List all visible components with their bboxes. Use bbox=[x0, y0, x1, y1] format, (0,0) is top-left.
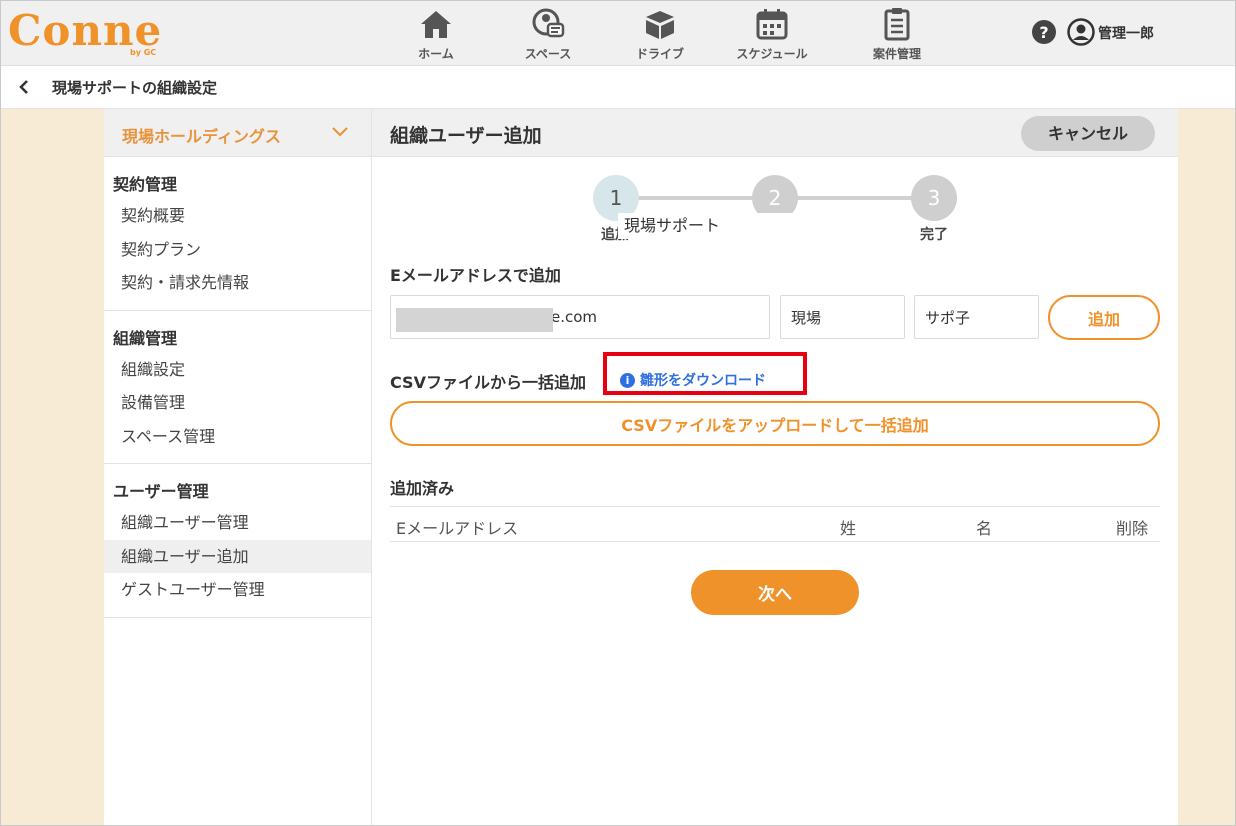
main-nav: ホーム スペース ドライブ スケジュール 案件管理 bbox=[380, 0, 966, 66]
sidebar-group-contract: 契約管理 契約概要 契約プラン 契約・請求先情報 bbox=[104, 157, 371, 311]
nav-drive[interactable]: ドライブ bbox=[604, 0, 716, 66]
csv-upload-button[interactable]: CSVファイルをアップロードして一括追加 bbox=[390, 401, 1160, 446]
nav-schedule[interactable]: スケジュール bbox=[716, 0, 828, 66]
redacted-email bbox=[396, 308, 553, 332]
nav-label-schedule: スケジュール bbox=[736, 47, 808, 61]
added-section-label: 追加済み bbox=[390, 479, 455, 498]
top-bar: Conne by GC ホーム スペース ドライブ スケジュール 案件管理 ? … bbox=[0, 0, 1236, 66]
step-connector bbox=[774, 196, 934, 200]
nav-label-home: ホーム bbox=[418, 47, 454, 61]
cancel-button[interactable]: キャンセル bbox=[1021, 116, 1155, 151]
sidebar-item-org-users[interactable]: 組織ユーザー管理 bbox=[104, 506, 371, 540]
main-header: 組織ユーザー追加 キャンセル bbox=[372, 109, 1178, 157]
nav-projects[interactable]: 案件管理 bbox=[828, 0, 966, 66]
nav-home[interactable]: ホーム bbox=[380, 0, 492, 66]
org-name: 現場ホールディングス bbox=[122, 127, 281, 146]
chevron-down-icon bbox=[332, 127, 348, 137]
sidebar-heading: 組織管理 bbox=[113, 328, 178, 348]
email-section-label: Eメールアドレスで追加 bbox=[390, 266, 561, 285]
conne-logo[interactable]: Conne by GC bbox=[8, 6, 168, 60]
highlight-box bbox=[603, 352, 807, 395]
sidebar-item-guest-users[interactable]: ゲストユーザー管理 bbox=[104, 573, 371, 607]
csv-section-label: CSVファイルから一括追加 bbox=[390, 373, 586, 392]
drive-icon bbox=[646, 11, 674, 39]
sidebar-heading: 契約管理 bbox=[113, 175, 178, 194]
breadcrumb: 現場サポートの組織設定 bbox=[0, 66, 1236, 109]
user-avatar-icon[interactable] bbox=[1067, 18, 1095, 46]
nav-label-space: スペース bbox=[524, 47, 572, 61]
sidebar-item-billing-info[interactable]: 契約・請求先情報 bbox=[104, 266, 371, 300]
add-button[interactable]: 追加 bbox=[1048, 295, 1160, 340]
sidebar-item-contract-plan[interactable]: 契約プラン bbox=[104, 233, 371, 267]
step-3-circle: 3 bbox=[911, 175, 957, 221]
org-selector[interactable]: 現場ホールディングス bbox=[104, 109, 371, 157]
nav-space[interactable]: スペース bbox=[492, 0, 604, 66]
home-icon bbox=[421, 11, 451, 38]
column-email: Eメールアドレス bbox=[396, 519, 519, 538]
help-icon[interactable]: ? bbox=[1032, 20, 1056, 44]
step-3-label: 完了 bbox=[920, 227, 948, 243]
calendar-icon bbox=[756, 9, 788, 40]
clipboard-icon bbox=[884, 8, 910, 41]
table-header-row: Eメールアドレス 姓 名 削除 bbox=[390, 506, 1160, 542]
sidebar-item-add-org-user[interactable]: 組織ユーザー追加 bbox=[104, 539, 371, 573]
sidebar-group-organization: 組織管理 組織設定 設備管理 スペース管理 bbox=[104, 311, 371, 464]
sidebar-heading: ユーザー管理 bbox=[113, 482, 209, 501]
page-title: 組織ユーザー追加 bbox=[390, 125, 542, 147]
space-icon bbox=[532, 8, 565, 38]
main-panel: 組織ユーザー追加 キャンセル 1 2 3 追加 完了 現場サポート Eメールアド… bbox=[372, 109, 1178, 826]
sidebar-item-equipment[interactable]: 設備管理 bbox=[104, 386, 371, 420]
next-button[interactable]: 次へ bbox=[691, 570, 859, 615]
sidebar-item-space-management[interactable]: スペース管理 bbox=[104, 420, 371, 454]
added-users-table: Eメールアドレス 姓 名 削除 bbox=[390, 506, 1160, 542]
sidebar: 現場ホールディングス 契約管理 契約概要 契約プラン 契約・請求先情報 組織管理… bbox=[104, 109, 372, 826]
nav-label-projects: 案件管理 bbox=[872, 47, 921, 61]
tooltip: 現場サポート bbox=[618, 213, 894, 239]
sidebar-item-org-settings[interactable]: 組織設定 bbox=[104, 353, 371, 387]
first-name-input[interactable] bbox=[914, 295, 1039, 339]
nav-label-drive: ドライブ bbox=[635, 47, 684, 61]
last-name-input[interactable] bbox=[780, 295, 905, 339]
sidebar-item-contract-overview[interactable]: 契約概要 bbox=[104, 199, 371, 233]
sidebar-group-users: ユーザー管理 組織ユーザー管理 組織ユーザー追加 ゲストユーザー管理 bbox=[104, 464, 371, 618]
page-breadcrumb-title: 現場サポートの組織設定 bbox=[52, 79, 218, 97]
user-name[interactable]: 管理一郎 bbox=[1098, 23, 1154, 43]
chevron-left-icon[interactable] bbox=[16, 79, 32, 95]
column-last-name: 姓 bbox=[840, 519, 857, 538]
column-first-name: 名 bbox=[976, 519, 993, 538]
column-delete: 削除 bbox=[1116, 519, 1149, 538]
logo-by-gc: by GC bbox=[130, 48, 157, 57]
